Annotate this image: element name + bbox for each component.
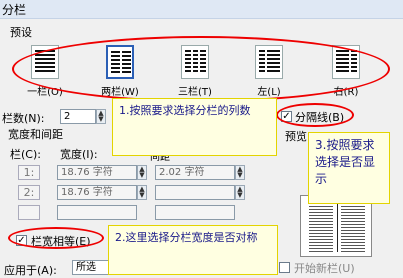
annotation-note-2: 2.这里选择分栏宽度是否对称 <box>108 225 278 275</box>
col-header: 栏(C): <box>10 148 41 161</box>
annotation-note-1: 1.按照要求选择分栏的列数 <box>112 98 277 156</box>
column-count-label: 栏数(N): <box>2 112 45 125</box>
column-2-width-spinner[interactable]: ▲ ▼ <box>137 185 147 200</box>
column-1-spacing-input[interactable]: 2.02 字符 <box>155 165 235 180</box>
column-2-width-input[interactable]: 18.76 字符 <box>57 185 137 200</box>
column-1-width-spinner[interactable]: ▲ ▼ <box>137 165 147 180</box>
width-header: 宽度(I): <box>60 148 98 161</box>
title-bar: 分栏 <box>0 0 403 19</box>
preview-label: 预览 <box>285 130 307 143</box>
width-spacing-group-label: 宽度和间距 <box>8 128 63 141</box>
equal-width-highlight-oval <box>8 227 104 249</box>
preview-page <box>300 195 372 257</box>
annotation-note-2-text: 2.这里选择分栏宽度是否对称 <box>115 231 258 244</box>
column-2-spacing-spinner[interactable]: ▲ ▼ <box>235 185 245 200</box>
column-3-width-input[interactable] <box>57 205 137 220</box>
start-new-column-label: 开始新栏(U) <box>294 262 355 275</box>
annotation-note-3: 3.按照要求选择是否显示 <box>308 132 390 204</box>
start-new-column-checkbox[interactable] <box>279 262 290 273</box>
annotation-note-1-text: 1.按照要求选择分栏的列数 <box>119 104 251 117</box>
column-2-spacing-input[interactable] <box>155 185 235 200</box>
presets-group-label: 预设 <box>10 26 32 39</box>
column-count-input[interactable]: 2 <box>60 109 96 124</box>
column-3-number <box>18 205 40 220</box>
column-1-width-input[interactable]: 18.76 字符 <box>57 165 137 180</box>
column-1-number: 1: <box>18 165 40 180</box>
column-3-spacing-input[interactable] <box>155 205 235 220</box>
apply-to-label: 应用于(A): <box>4 264 57 277</box>
annotation-note-3-text: 3.按照要求选择是否显示 <box>315 138 376 186</box>
column-1-spacing-spinner[interactable]: ▲ ▼ <box>235 165 245 180</box>
presets-highlight-oval <box>12 36 390 102</box>
column-2-number: 2: <box>18 185 40 200</box>
separator-highlight-oval <box>276 103 354 127</box>
apply-to-select[interactable]: 所选 <box>72 260 112 275</box>
dialog-title: 分栏 <box>2 3 27 17</box>
column-count-spinner[interactable]: ▲ ▼ <box>96 109 106 124</box>
